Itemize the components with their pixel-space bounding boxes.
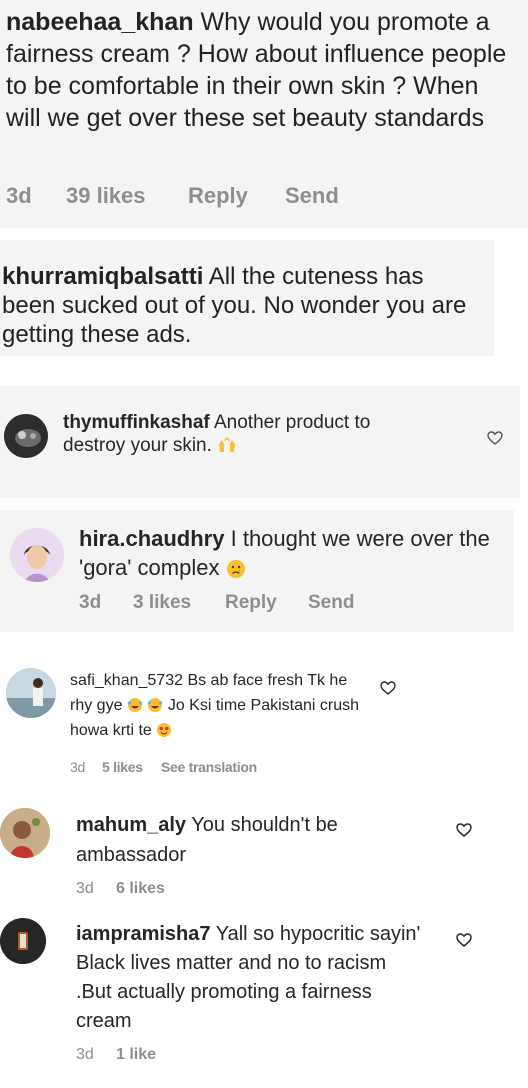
- comment-likes[interactable]: 1 like: [116, 1046, 156, 1064]
- comment-meta: 3d 6 likes: [76, 880, 165, 898]
- laughing-tears-emoji: [127, 698, 143, 712]
- comment-mahum-aly: mahum_aly You shouldn't be ambassador 3d…: [0, 800, 520, 906]
- reply-button[interactable]: Reply: [188, 183, 285, 209]
- comment-time: 3d: [76, 880, 94, 897]
- comment-nabeehaa-khan: nabeehaa_khan Why would you promote a fa…: [0, 0, 528, 228]
- raising-hands-emoji: [219, 437, 236, 452]
- comment-meta: 3d 1 like: [76, 1046, 156, 1064]
- comment-body: safi_khan_5732 Bs ab face fresh Tk he rh…: [70, 668, 360, 743]
- like-heart-icon[interactable]: [456, 932, 472, 948]
- comment-meta: 3d 3 likes Reply Send: [79, 592, 354, 614]
- comment-username[interactable]: nabeehaa_khan: [6, 8, 194, 36]
- reply-button[interactable]: Reply: [225, 592, 308, 614]
- avatar[interactable]: [6, 668, 56, 718]
- comment-username[interactable]: thymuffinkashaf: [63, 412, 210, 433]
- comment-username[interactable]: khurramiqbalsatti: [2, 263, 203, 290]
- comment-body: khurramiqbalsatti All the cuteness has b…: [2, 262, 482, 349]
- avatar[interactable]: [4, 414, 48, 458]
- comment-time: 3d: [70, 759, 85, 775]
- avatar-image: [6, 668, 56, 718]
- avatar[interactable]: [0, 918, 46, 964]
- comment-khurramiqbalsatti: khurramiqbalsatti All the cuteness has b…: [0, 240, 494, 356]
- comment-body: mahum_aly You shouldn't be ambassador: [76, 810, 416, 870]
- comment-username[interactable]: hira.chaudhry: [79, 526, 224, 551]
- comment-likes[interactable]: 5 likes: [102, 759, 161, 775]
- avatar[interactable]: [0, 808, 50, 858]
- crying-face-emoji: [226, 560, 245, 578]
- comment-likes[interactable]: 6 likes: [116, 880, 165, 898]
- see-translation-link[interactable]: See translation: [161, 759, 257, 775]
- avatar-image: [4, 414, 48, 458]
- comment-time: 3d: [6, 183, 32, 208]
- like-heart-icon[interactable]: [456, 822, 472, 838]
- comment-hira-chaudhry: hira.chaudhry I thought we were over the…: [0, 510, 514, 632]
- like-heart-icon[interactable]: [487, 430, 503, 446]
- send-button[interactable]: Send: [308, 592, 354, 614]
- comment-safi-khan-5732: safi_khan_5732 Bs ab face fresh Tk he rh…: [0, 660, 420, 780]
- comment-username[interactable]: mahum_aly: [76, 814, 186, 836]
- comment-iampramisha7: iampramisha7 Yall so hypocritic sayin' B…: [0, 910, 520, 1080]
- comment-body: thymuffinkashaf Another product to destr…: [63, 411, 433, 457]
- comment-username[interactable]: iampramisha7: [76, 923, 211, 945]
- comment-meta: 3d 39 likes Reply Send: [6, 183, 339, 209]
- avatar[interactable]: [10, 528, 64, 582]
- comment-likes[interactable]: 39 likes: [66, 183, 188, 209]
- comment-username[interactable]: safi_khan_5732: [70, 672, 183, 689]
- laughing-tears-emoji: [148, 698, 163, 712]
- comment-body: hira.chaudhry I thought we were over the…: [79, 524, 509, 582]
- avatar-image: [0, 808, 50, 858]
- comment-meta: 3d 5 likes See translation: [70, 759, 257, 775]
- heart-eyes-emoji: [157, 723, 172, 737]
- comment-likes[interactable]: 3 likes: [133, 592, 225, 614]
- comment-thymuffinkashaf: thymuffinkashaf Another product to destr…: [0, 386, 520, 498]
- like-heart-icon[interactable]: [380, 680, 396, 696]
- avatar-image: [0, 918, 46, 964]
- comment-time: 3d: [79, 592, 102, 613]
- comment-time: 3d: [76, 1046, 94, 1063]
- comment-body: iampramisha7 Yall so hypocritic sayin' B…: [76, 920, 421, 1036]
- avatar-image: [10, 528, 64, 582]
- comment-body: nabeehaa_khan Why would you promote a fa…: [6, 6, 511, 134]
- send-button[interactable]: Send: [285, 183, 339, 209]
